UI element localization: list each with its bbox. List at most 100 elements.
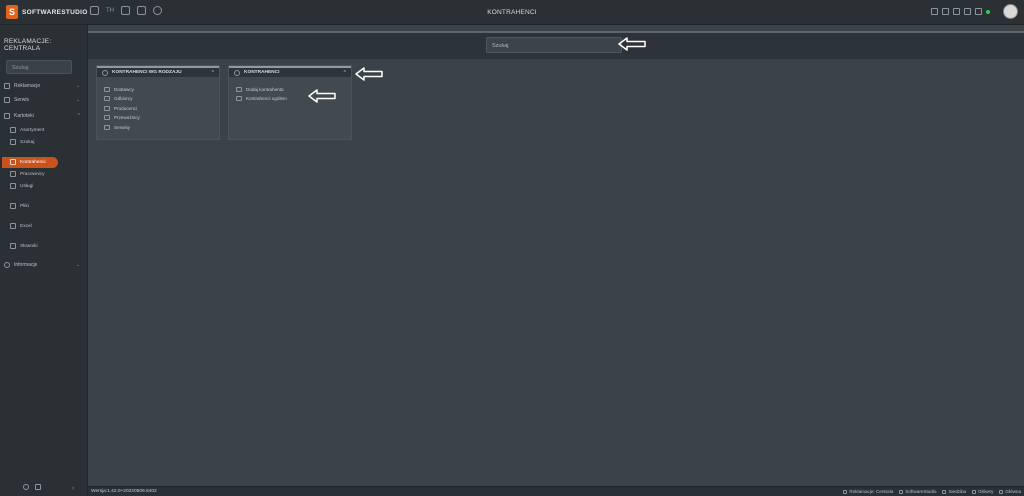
sidebar-subitem-label: Kontrahenci — [20, 159, 46, 165]
flag-icon[interactable] — [931, 8, 938, 15]
mail-icon[interactable] — [953, 8, 960, 15]
sidebar-subitem-pracownicy[interactable]: Pracownicy — [10, 171, 45, 177]
warehouse-icon — [972, 489, 977, 494]
card-link-odbiorcy[interactable]: Odbiorcy — [104, 96, 132, 101]
version-label: Wersja:1.42.0+20220509.6402 — [91, 489, 157, 494]
status-bar: Wersja:1.42.0+20220509.6402 Reklamacje: … — [88, 486, 1024, 496]
sidebar-subitem-label: Pracownicy — [20, 171, 45, 177]
status-text: Główna — [1005, 489, 1021, 494]
company-icon — [899, 489, 904, 494]
service-icon — [104, 125, 110, 130]
chevron-up-icon: ^ — [77, 113, 80, 119]
chevron-up-icon[interactable]: ^ — [344, 70, 346, 76]
folder-icon — [4, 113, 10, 119]
users-icon — [236, 96, 242, 101]
status-text: Reklamacje: Centrala — [849, 489, 894, 494]
card-title: KONTRAHENCI — [244, 70, 280, 75]
sidebar-subitem-label: Pliki — [20, 203, 29, 209]
receiver-icon — [104, 96, 110, 101]
sidebar-title: REKLAMACJE: CENTRALA — [4, 38, 52, 52]
sidebar-subitem-label: Szukaj — [20, 139, 35, 145]
chevron-down-icon: ⌄ — [75, 97, 80, 103]
status-text: Główny — [978, 489, 994, 494]
building-icon — [942, 489, 947, 494]
online-status-icon — [986, 9, 990, 14]
sidebar-subitem-pliki[interactable]: Pliki — [10, 203, 29, 209]
pointer-arrow-icon — [308, 89, 336, 103]
top-bar: S SOFTWARESTUDIO TH KONTRAHENCI — [0, 0, 1024, 25]
card-link-label: Dostawcy — [114, 87, 134, 92]
add-user-icon — [236, 87, 242, 92]
sidebar-subitem-asortyment[interactable]: Asortyment — [10, 127, 44, 133]
card-link-label: Serwisy — [114, 125, 131, 130]
file-icon — [10, 203, 16, 209]
trash-icon[interactable] — [35, 484, 41, 490]
wrench-icon — [4, 97, 10, 103]
info-icon — [234, 69, 240, 76]
sidebar-search-input[interactable]: Szukaj — [6, 60, 72, 74]
sidebar-subitem-kontrahenci[interactable]: Kontrahenci — [10, 159, 46, 165]
chevron-down-icon: ⌄ — [75, 262, 80, 268]
info-icon — [102, 69, 108, 76]
card-link-producenci[interactable]: Producenci — [104, 106, 137, 111]
main-content: Szukaj KONTRAHENCI WG RODZAJU ^ Dostawcy… — [88, 25, 1024, 486]
card-link-serwisy[interactable]: Serwisy — [104, 125, 130, 130]
sidebar-subitem-label: Excel — [20, 223, 32, 229]
status-item-branch[interactable]: Siedziba — [942, 489, 966, 494]
main-search-input[interactable]: Szukaj — [486, 37, 622, 53]
sidebar-subitem-szukaj[interactable]: Szukaj — [10, 139, 34, 145]
sidebar: REKLAMACJE: CENTRALA Szukaj Reklamacje ⌄… — [0, 25, 88, 496]
sidebar-subitem-label: Słowniki — [20, 243, 38, 249]
book-icon — [10, 243, 16, 249]
chevron-up-icon[interactable]: ^ — [212, 70, 214, 76]
sidebar-bottom-icons — [23, 484, 41, 490]
sidebar-item-kartoteki[interactable]: Kartoteki ^ — [4, 113, 80, 119]
status-text: Siedziba — [948, 489, 967, 494]
status-item-company[interactable]: SoftwareStudio — [899, 489, 936, 494]
cart-icon — [10, 127, 16, 133]
sidebar-subitem-excel[interactable]: Excel — [10, 223, 32, 229]
status-item-context[interactable]: Reklamacje: Centrala — [843, 489, 893, 494]
sidebar-item-informacje[interactable]: Informacje ⌄ — [4, 262, 80, 268]
contractor-icon — [10, 159, 16, 165]
status-item-register[interactable]: Główna — [999, 489, 1021, 494]
truck-icon — [104, 87, 110, 92]
card-header[interactable]: KONTRAHENCI ^ — [229, 66, 351, 77]
card-link-kontrahenci-ogolem[interactable]: Kontrahenci ogółem — [236, 96, 287, 101]
help-icon[interactable] — [23, 484, 29, 490]
sidebar-item-reklamacje[interactable]: Reklamacje ⌄ — [4, 83, 80, 89]
sidebar-item-label: Informacje — [14, 262, 38, 268]
sidebar-subitem-label: Usługi — [20, 183, 34, 189]
card-link-przewoznicy[interactable]: Przewoźnicy — [104, 115, 140, 120]
top-right-icons — [931, 8, 990, 15]
avatar[interactable] — [1003, 4, 1018, 19]
card-link-dodaj-kontrahenta[interactable]: Dodaj kontrahenta — [236, 87, 284, 92]
card-header[interactable]: KONTRAHENCI WG RODZAJU ^ — [97, 66, 219, 77]
sidebar-item-label: Serwis — [14, 97, 30, 103]
user-icon — [843, 489, 848, 494]
pointer-arrow-icon — [355, 67, 383, 81]
card-link-dostawcy[interactable]: Dostawcy — [104, 87, 134, 92]
card-link-label: Odbiorcy — [114, 96, 133, 101]
person-icon — [10, 171, 16, 177]
sidebar-subitem-slowniki[interactable]: Słowniki — [10, 243, 38, 249]
chat-icon[interactable] — [975, 8, 982, 15]
bell-icon[interactable] — [964, 8, 971, 15]
sidebar-item-label: Kartoteki — [14, 113, 34, 119]
card-kontrahenci-wg-rodzaju: KONTRAHENCI WG RODZAJU ^ Dostawcy Odbior… — [96, 65, 220, 140]
search-bar-area: Szukaj — [88, 33, 1024, 59]
sidebar-subitem-uslugi[interactable]: Usługi — [10, 183, 33, 189]
status-item-warehouse[interactable]: Główny — [972, 489, 993, 494]
search-icon — [10, 139, 16, 145]
pointer-arrow-icon — [618, 37, 646, 51]
delivery-icon — [104, 115, 110, 120]
calendar-icon[interactable] — [942, 8, 949, 15]
factory-icon — [104, 106, 110, 111]
sidebar-item-serwis[interactable]: Serwis ⌄ — [4, 97, 80, 103]
sidebar-subitem-label: Asortyment — [20, 127, 45, 133]
register-icon — [999, 489, 1004, 494]
card-link-label: Producenci — [114, 106, 137, 111]
collapse-sidebar-icon[interactable]: ‹ — [72, 485, 74, 492]
excel-icon — [10, 223, 16, 229]
page-title: KONTRAHENCI — [487, 9, 537, 16]
